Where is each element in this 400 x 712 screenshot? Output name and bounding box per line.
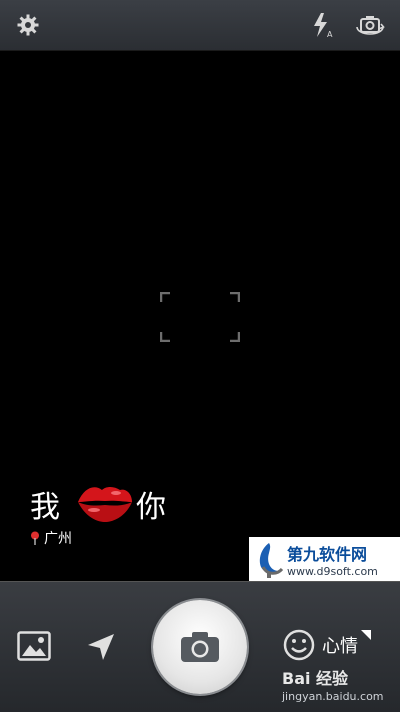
- site-watermark: 第九软件网 www.d9soft.com: [249, 537, 400, 583]
- smiley-icon[interactable]: [282, 628, 316, 662]
- top-toolbar: A: [0, 0, 400, 51]
- location-tag: 广州: [30, 528, 72, 548]
- pin-icon: [31, 531, 39, 545]
- camera-icon: [181, 632, 219, 662]
- baidu-watermark: Bai 经验: [282, 669, 349, 688]
- love-sticker[interactable]: 我 你 广州: [28, 476, 188, 556]
- svg-text:A: A: [327, 30, 333, 39]
- watermark-url: www.d9soft.com: [287, 565, 378, 578]
- expand-corner-icon: [361, 630, 371, 640]
- sticker-text-right: 你: [136, 490, 166, 525]
- lips-icon: [78, 487, 132, 522]
- d9soft-logo-icon: [259, 543, 284, 578]
- camera-switch-icon[interactable]: [355, 10, 385, 40]
- flash-auto-icon[interactable]: A: [307, 10, 337, 40]
- location-text: 广州: [44, 531, 72, 547]
- mood-label[interactable]: 心情: [322, 632, 358, 658]
- gallery-icon[interactable]: [16, 630, 52, 662]
- location-arrow-icon[interactable]: [84, 630, 118, 664]
- baidu-url: jingyan.baidu.com: [282, 690, 384, 703]
- sticker-text-left: 我: [30, 490, 60, 525]
- focus-frame-icon: [160, 292, 240, 342]
- shutter-button[interactable]: [153, 600, 247, 694]
- gear-icon[interactable]: [13, 10, 43, 40]
- watermark-title: 第九软件网: [287, 545, 368, 564]
